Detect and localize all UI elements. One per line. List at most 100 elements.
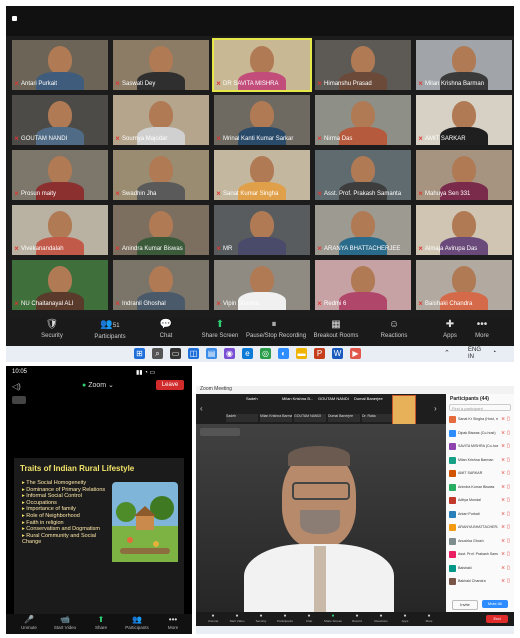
participant-tile[interactable]: ⨯ Vipin Sharma <box>214 260 310 310</box>
strip-tile-label[interactable]: GOUTAM NANDI <box>294 414 326 422</box>
participant-row[interactable]: Anindra Kumar Biswas ⨯ ▯ <box>449 482 511 496</box>
participant-tile[interactable]: ⨯ MR <box>214 205 310 255</box>
participant-tile[interactable]: ⨯ Soumya Majodar <box>113 95 209 145</box>
participant-row[interactable]: AMIT SARKAR ⨯ ▯ <box>449 468 511 482</box>
participant-tile[interactable]: ⨯ Almaja Avirupa Das <box>416 205 512 255</box>
participant-tile[interactable]: ⨯ Asst. Prof. Prakash Samanta <box>315 150 411 200</box>
participant-tile[interactable]: ⨯ Prosun maity <box>12 150 108 200</box>
participant-row[interactable]: ARANYA BHATTACHERJEE⨯▯ <box>449 522 511 536</box>
participant-tile[interactable]: ⨯ Anindra Kumar Biswas <box>113 205 209 255</box>
participant-row[interactable]: Antari Purkait ⨯ ▯ <box>449 509 511 523</box>
participant-tile[interactable]: ⨯ Antari Purkait <box>12 40 108 90</box>
search-icon[interactable]: ⌕ <box>152 348 163 359</box>
strip-tile-label[interactable]: Sadeh <box>226 414 258 422</box>
participant-row[interactable]: Dipak Biswas (Co-host) ⨯ ▯ <box>449 428 511 442</box>
powerpoint-icon[interactable]: P <box>314 348 325 359</box>
participant-row[interactable]: Milan Krishna Barman ⨯ ▯ <box>449 455 511 469</box>
laptop-security-button[interactable]: ● Security <box>250 613 272 624</box>
participant-name: MR <box>223 246 233 252</box>
participant-name: Asst. Prof. Prakash Samanta <box>324 191 402 197</box>
phone-start-video-button[interactable]: 📹 Start Video <box>48 615 82 631</box>
toolbar-security-button[interactable]: 🛡 Security <box>24 318 80 346</box>
laptop-participants-button[interactable]: ● Participants <box>274 613 296 624</box>
invite-button[interactable]: Invite <box>452 600 478 610</box>
zoom-title[interactable]: ● Zoom ⌄ <box>82 381 114 389</box>
strip-participant-name[interactable]: Sadeh <box>246 396 280 401</box>
laptop-more-button[interactable]: ● More <box>418 613 440 624</box>
end-meeting-button[interactable]: End <box>486 615 508 623</box>
strip-participant-name[interactable]: Dumal Banerjee <box>354 396 388 401</box>
mute-all-button[interactable]: Mute All <box>482 600 508 608</box>
explorer-icon[interactable]: ▤ <box>206 348 217 359</box>
language-indicator[interactable]: ENG IN <box>468 347 481 361</box>
toolbar-breakout-rooms-button[interactable]: ▦ Breakout Rooms <box>308 318 364 346</box>
task-view-icon[interactable]: ▭ <box>170 348 181 359</box>
participant-tile[interactable]: ⨯ DR SAVITA MISHRA <box>212 38 312 92</box>
chrome-icon[interactable]: ◎ <box>260 348 271 359</box>
slide-bullet: ▸ Conservatism and Dogmatism <box>22 526 112 533</box>
wifi-icon[interactable]: ◔ <box>492 349 496 356</box>
strip-participant-name[interactable]: GOUTAM NANDI <box>318 396 352 401</box>
widgets-icon[interactable]: ◫ <box>188 348 199 359</box>
strip-prev-arrow-icon[interactable]: ‹ <box>200 404 203 413</box>
toolbar-more-button[interactable]: ••• More <box>454 318 510 346</box>
media-icon[interactable]: ▶ <box>350 348 361 359</box>
participant-tile[interactable]: ⨯ Vivekanandalah <box>12 205 108 255</box>
toolbar-chat-button[interactable]: 💬 Chat <box>138 318 194 346</box>
strip-next-arrow-icon[interactable]: › <box>434 404 437 413</box>
strip-tile-label[interactable]: Milan Krishna Barman <box>260 414 292 422</box>
word-icon[interactable]: W <box>332 348 343 359</box>
participant-row[interactable]: Bakhaki Chandra ⨯ ▯ <box>449 576 511 590</box>
participant-tile[interactable]: ⨯ ARANYA BHATTACHERJEE <box>315 205 411 255</box>
phone-more-button[interactable]: ••• More <box>156 615 190 631</box>
laptop-unmute-button[interactable]: ● Unmute <box>202 613 224 624</box>
laptop-chat-button[interactable]: ● Chat <box>298 613 320 624</box>
participant-row-name: ARANYA BHATTACHERJEE <box>458 525 498 529</box>
participant-row[interactable]: Aditya Mondal ⨯ ▯ <box>449 495 511 509</box>
participant-tile[interactable]: ⨯ Milan Krishna Barman <box>416 40 512 90</box>
participant-tile[interactable]: ⨯ Nirma Das <box>315 95 411 145</box>
participant-tile[interactable]: ⨯ Mahuya Sen 331 <box>416 150 512 200</box>
teams-icon[interactable]: ◉ <box>224 348 235 359</box>
participant-tile[interactable]: ⨯ Swadhin Jha <box>113 150 209 200</box>
laptop-reactions-button[interactable]: ● Reactions <box>370 613 392 624</box>
folder-icon[interactable]: ▬ <box>296 348 307 359</box>
participant-tile[interactable]: ⨯ AMIT SARKAR <box>416 95 512 145</box>
participant-tile[interactable]: ⨯ GOUTAM NANDI <box>12 95 108 145</box>
participant-tile[interactable]: ⨯ Redmi 6 <box>315 260 411 310</box>
participant-tile[interactable]: ⨯ Baishaki Chandra <box>416 260 512 310</box>
participant-tile[interactable]: ⨯ Indranil Ghoshal <box>113 260 209 310</box>
laptop-share-screen-button[interactable]: ● Share Screen <box>322 613 344 624</box>
participant-tile[interactable]: ⨯ NU Chaitanayal ALI <box>12 260 108 310</box>
participant-row[interactable]: Sanat Kr Singha (Host, me) ⨯ ▯ <box>449 414 511 428</box>
strip-tile-label[interactable]: Dr. Ratia <box>362 414 394 422</box>
participant-search-input[interactable]: Find a participant <box>449 404 511 411</box>
phone-share-button[interactable]: ⬆ Share <box>84 615 118 631</box>
windows-start-icon[interactable]: ⊞ <box>134 348 145 359</box>
laptop-apps-button[interactable]: ● Apps <box>394 613 416 624</box>
laptop-start-video-button[interactable]: ● Start Video <box>226 613 248 624</box>
leave-button[interactable]: Leave <box>156 380 184 390</box>
participant-row[interactable]: Baishaki ⨯ ▯ <box>449 563 511 577</box>
strip-tile-label[interactable]: Dumal Banerjee <box>328 414 360 422</box>
phone-participants-button[interactable]: 👥 Participants <box>120 615 154 631</box>
chevron-up-icon[interactable]: ⌃ <box>444 349 450 357</box>
toolbar-share-screen-button[interactable]: ⬆ Share Screen <box>192 318 248 346</box>
toolbar-participants-button[interactable]: 👥51 Participants <box>82 318 138 346</box>
participant-name: Sanat Kumar Singha <box>223 191 279 197</box>
participant-row[interactable]: Anushka Ghosh ⨯ ▯ <box>449 536 511 550</box>
participant-tile[interactable]: ⨯ Saswati Dey <box>113 40 209 90</box>
participant-row[interactable]: SAVITA MISHRA (Co-host) ⨯ ▯ <box>449 441 511 455</box>
toolbar-reactions-button[interactable]: ☺ Reactions <box>366 318 422 346</box>
audio-icon[interactable]: ◁) <box>12 382 21 391</box>
zoom-app-icon[interactable]: ◐ <box>278 348 289 359</box>
participant-tile[interactable]: ⨯ Mrinal Kanti Kumar Sarkar <box>214 95 310 145</box>
edge-icon[interactable]: e <box>242 348 253 359</box>
phone-unmute-button[interactable]: 🎤 Unmute <box>12 615 46 631</box>
toolbar-pause-stop-recording-button[interactable]: ⏸ Pause/Stop Recording <box>246 318 306 346</box>
strip-participant-name[interactable]: Milan Krishna B... <box>282 396 316 401</box>
participant-tile[interactable]: ⨯ Himanshu Prasad <box>315 40 411 90</box>
participant-row[interactable]: Asst. Prof. Prakash Samanta⨯▯ <box>449 549 511 563</box>
laptop-record-button[interactable]: ● Record <box>346 613 368 624</box>
participant-tile[interactable]: ⨯ Sanat Kumar Singha <box>214 150 310 200</box>
